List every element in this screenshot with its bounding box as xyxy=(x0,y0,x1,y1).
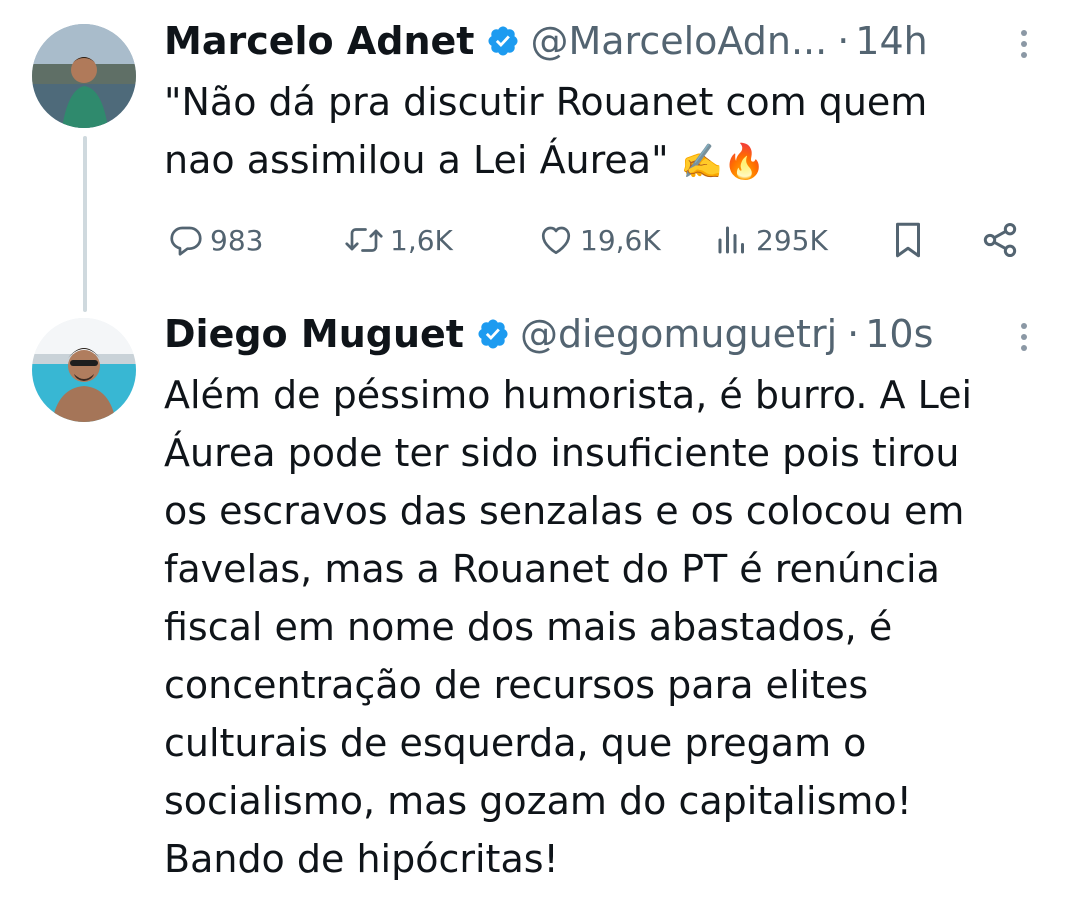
tweet1-action-bar: 983 1,6K 19,6K 295K xyxy=(168,216,1028,264)
thread-line xyxy=(83,136,87,312)
reply-button[interactable]: 983 xyxy=(168,216,263,264)
repost-count: 1,6K xyxy=(390,223,453,257)
separator-dot: · xyxy=(837,19,850,63)
repost-icon xyxy=(345,228,383,252)
reply-icon xyxy=(170,226,202,256)
tweet-timestamp[interactable]: 10s xyxy=(865,311,933,357)
views-icon xyxy=(718,226,744,254)
tweet-timestamp[interactable]: 14h xyxy=(855,18,927,64)
bookmark-icon xyxy=(896,222,920,258)
more-options-icon[interactable] xyxy=(1018,323,1030,351)
like-count: 19,6K xyxy=(580,223,661,257)
verified-badge-icon xyxy=(478,319,508,349)
avatar-image xyxy=(32,24,136,128)
like-button[interactable]: 19,6K xyxy=(538,216,661,264)
author-name[interactable]: Diego Muguet xyxy=(164,311,464,357)
more-options-icon[interactable] xyxy=(1018,30,1030,58)
tweet-emoji: ✍️🔥 xyxy=(680,142,766,182)
reply-count: 983 xyxy=(210,223,264,257)
like-icon xyxy=(541,226,571,255)
avatar-image xyxy=(32,318,136,422)
tweet2-text: Além de péssimo humorista, é burro. A Le… xyxy=(164,373,973,881)
avatar-diego-muguet[interactable] xyxy=(32,318,136,422)
bookmark-button[interactable] xyxy=(890,216,926,264)
separator-dot: · xyxy=(847,312,860,356)
tweet2-header: Diego Muguet @diegomuguetrj · 10s xyxy=(164,311,933,357)
share-button[interactable] xyxy=(980,216,1020,264)
tweet1-header: Marcelo Adnet @MarceloAdn... · 14h xyxy=(164,18,928,64)
avatar-marcelo-adnet[interactable] xyxy=(32,24,136,128)
views-button[interactable]: 295K xyxy=(714,216,828,264)
author-name[interactable]: Marcelo Adnet xyxy=(164,18,474,64)
tweet-body: "Não dá pra discutir Rouanet com quem na… xyxy=(164,80,928,182)
tweet1-text: "Não dá pra discutir Rouanet com quem na… xyxy=(164,73,1044,191)
views-count: 295K xyxy=(756,223,828,257)
author-handle[interactable]: @MarceloAdn... xyxy=(530,18,827,64)
author-handle[interactable]: @diegomuguetrj xyxy=(520,311,837,357)
verified-badge-icon xyxy=(488,26,518,56)
share-icon xyxy=(983,223,1017,257)
repost-button[interactable]: 1,6K xyxy=(344,216,453,264)
